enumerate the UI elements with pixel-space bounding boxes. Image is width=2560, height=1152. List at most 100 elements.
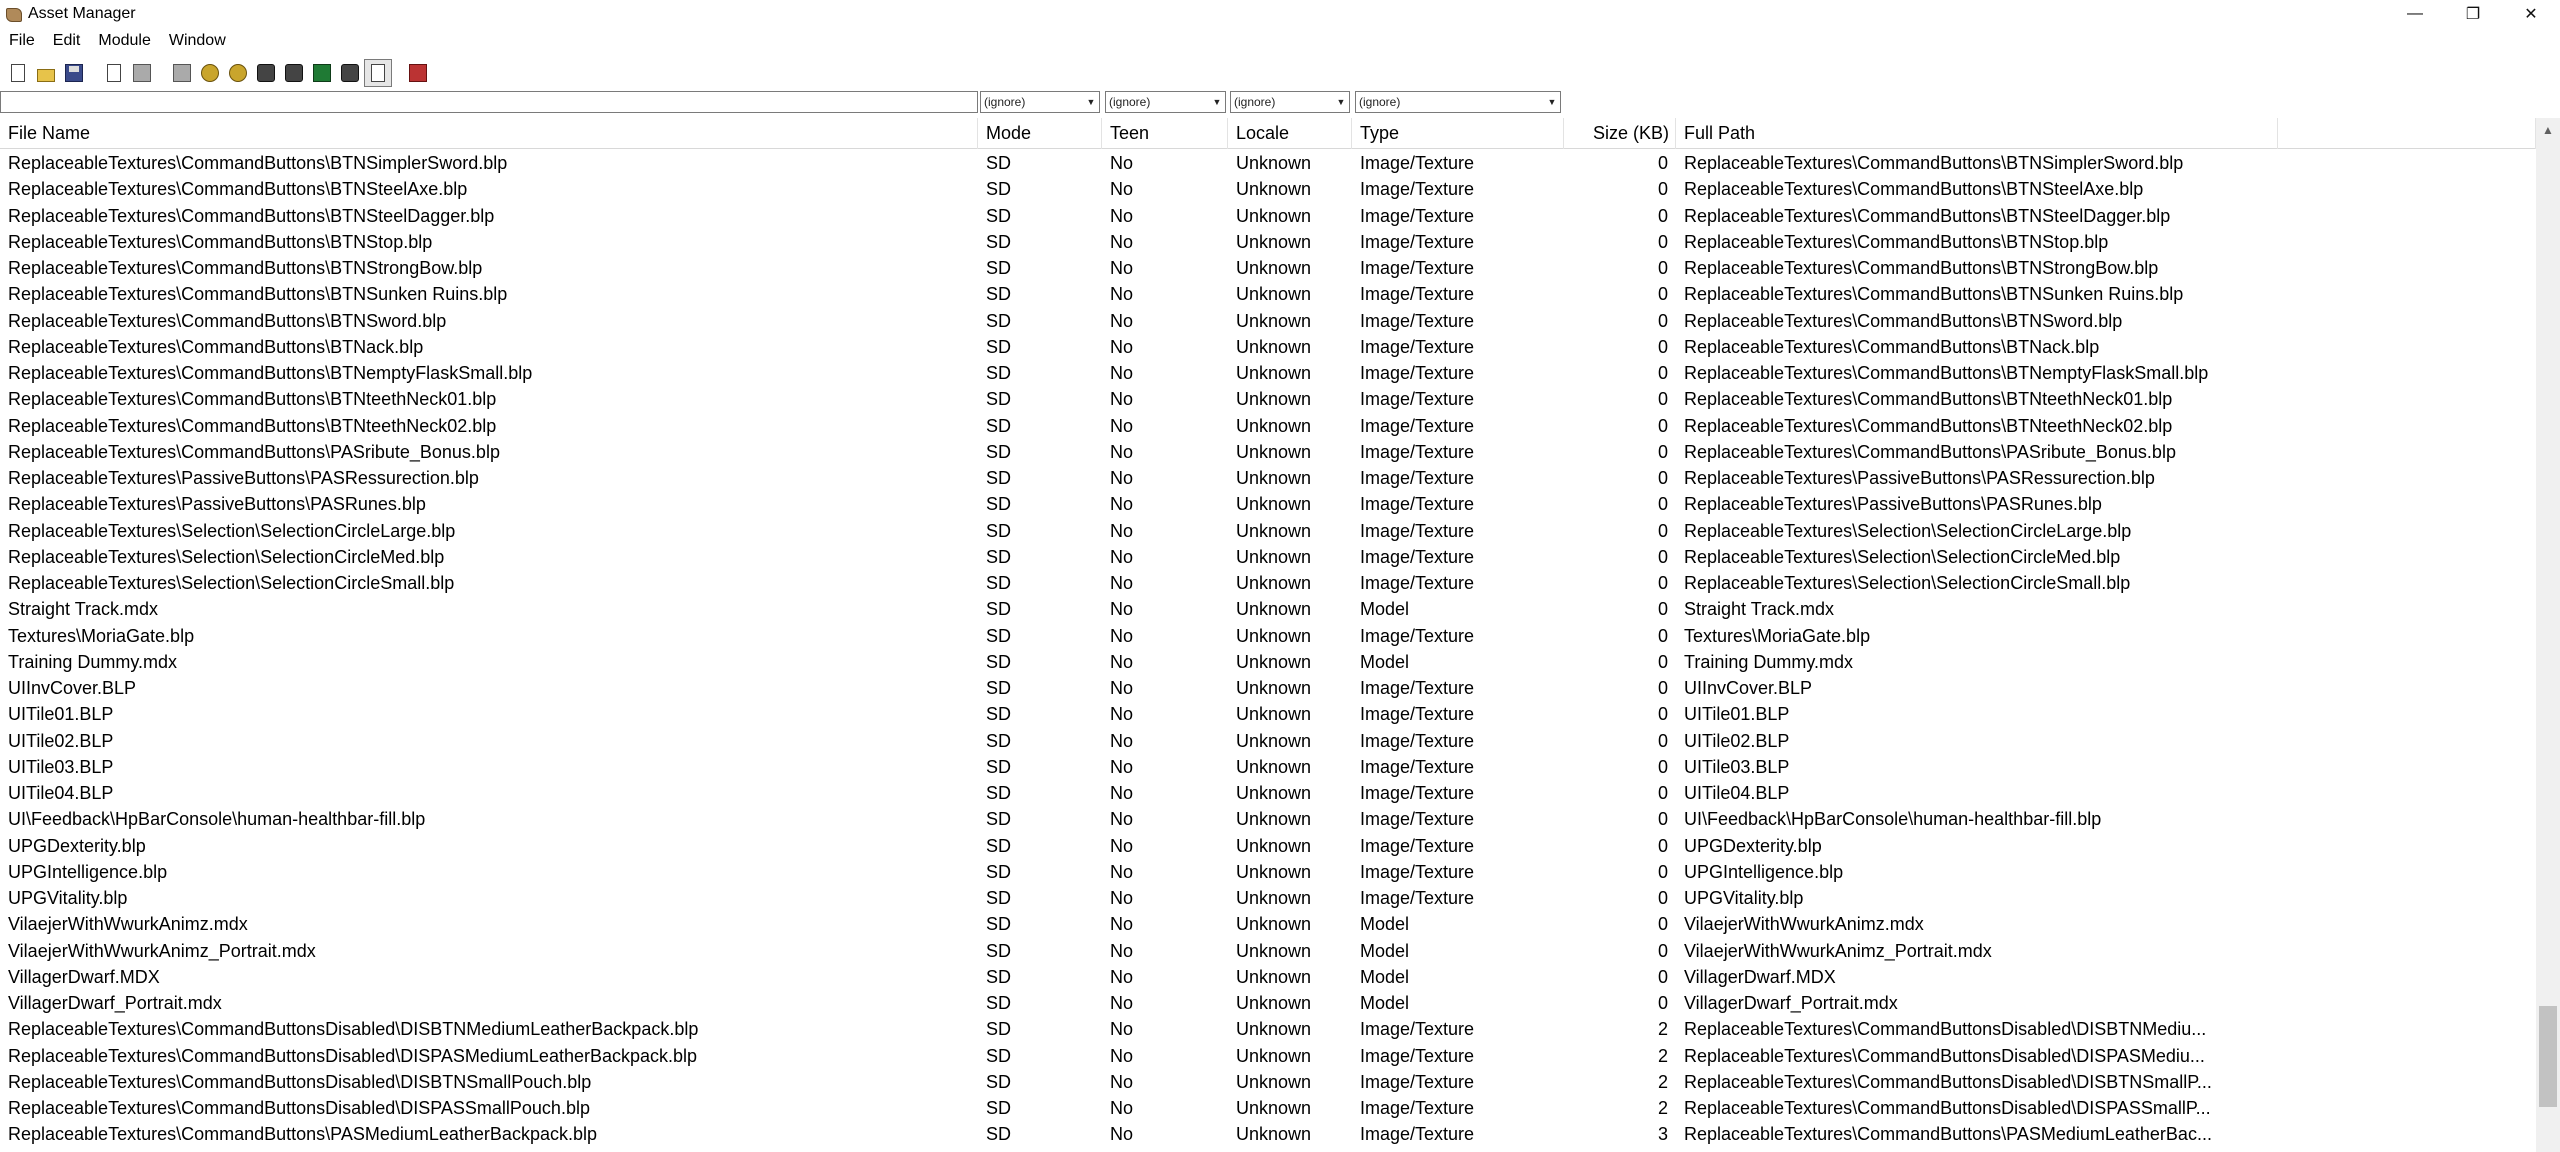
locale-filter-select[interactable]: (ignore) ▼ [1230, 91, 1350, 113]
table-row[interactable]: ReplaceableTextures\CommandButtons\BTNSu… [0, 281, 2536, 307]
cell-full-path: VilaejerWithWwurkAnimz_Portrait.mdx [1684, 940, 1992, 961]
table-row[interactable]: ReplaceableTextures\CommandButtons\BTNte… [0, 386, 2536, 412]
table-row[interactable]: ReplaceableTextures\CommandButtons\BTNem… [0, 360, 2536, 386]
vertical-scrollbar[interactable]: ▲ [2536, 118, 2560, 1152]
table-row[interactable]: VillagerDwarf_Portrait.mdx SD No Unknown Mod… [0, 990, 2536, 1016]
table-row[interactable]: UIInvCover.BLP SD No Unknown Image/Texture 0 U… [0, 675, 2536, 701]
close-button[interactable]: ✕ [2502, 0, 2560, 28]
cell-full-path: ReplaceableTextures\PassiveButtons\PASRe… [1684, 468, 2155, 488]
table-row[interactable]: Training Dummy.mdx SD No Unknown Model 0 Train… [0, 649, 2536, 675]
table-row[interactable]: UPGVitality.blp SD No Unknown Image/Texture 0… [0, 885, 2536, 911]
menu-edit[interactable]: Edit [44, 28, 90, 54]
texture-button[interactable] [196, 59, 224, 87]
asset-list-button[interactable] [364, 59, 392, 87]
cell-full-path: UITile01.BLP [1684, 704, 1790, 725]
table-row[interactable]: ReplaceableTextures\CommandButtons\BTNSt… [0, 203, 2536, 229]
model-button[interactable] [168, 59, 196, 87]
mode-filter-value: (ignore) [984, 95, 1026, 109]
cell-file-name: ReplaceableTextures\PassiveButtons\PASRu… [8, 494, 426, 515]
cell-teen: No [1110, 678, 1134, 698]
cell-teen: No [1110, 599, 1134, 620]
table-row[interactable]: ReplaceableTextures\CommandButtons\BTNSw… [0, 308, 2536, 334]
table-row[interactable]: ReplaceableTextures\Selection\SelectionC… [0, 570, 2536, 596]
table-row[interactable]: UPGDexterity.blp SD No Unknown Image/Texture… [0, 833, 2536, 859]
cell-locale: Unknown [1236, 573, 1312, 593]
table-row[interactable]: UITile04.BLP SD No Unknown Image/Texture 0 UIT… [0, 780, 2536, 806]
scrollbar-thumb[interactable] [2539, 1005, 2557, 1107]
table-row[interactable]: ReplaceableTextures\CommandButtonsDisabl… [0, 1016, 2536, 1042]
asset-list[interactable]: File Name Mode Teen Locale Type Size (KB… [0, 118, 2560, 1152]
table-row[interactable]: ReplaceableTextures\PassiveButtons\PASRe… [0, 465, 2536, 491]
cell-type: Image/Texture [1360, 441, 1475, 462]
menu-window[interactable]: Window [160, 28, 235, 54]
column-header-mode[interactable]: Mode [978, 118, 1102, 149]
keyboard-button[interactable] [280, 59, 308, 87]
cell-size: 0 [1657, 625, 1668, 646]
table-row[interactable]: ReplaceableTextures\CommandButtonsDisabl… [0, 1069, 2536, 1095]
terrain-button[interactable] [336, 59, 364, 87]
cell-teen: No [1110, 231, 1134, 252]
save-button[interactable] [60, 59, 88, 87]
filename-filter-input[interactable] [0, 91, 978, 113]
cell-teen: No [1110, 441, 1134, 462]
import-button[interactable] [404, 59, 432, 87]
new-button[interactable] [4, 59, 32, 87]
table-row[interactable]: VilaejerWithWwurkAnimz.mdx SD No Unknown Mod… [0, 911, 2536, 937]
table-row[interactable]: UITile03.BLP SD No Unknown Image/Texture 0 UIT… [0, 754, 2536, 780]
table-row[interactable]: VillagerDwarf.MDX SD No Unknown Model 0 Villag… [0, 964, 2536, 990]
menu-module[interactable]: Module [89, 28, 159, 54]
cell-teen: No [1110, 336, 1134, 357]
table-row[interactable]: ReplaceableTextures\CommandButtons\PASMe… [0, 1121, 2536, 1147]
copy-button[interactable] [128, 59, 156, 87]
table-row[interactable]: UITile01.BLP SD No Unknown Image/Texture 0 UIT… [0, 701, 2536, 727]
cell-file-name: Straight Track.mdx [8, 599, 159, 620]
column-header-size[interactable]: Size (KB) [1564, 118, 1676, 149]
table-row[interactable]: ReplaceableTextures\Selection\SelectionC… [0, 544, 2536, 570]
table-row[interactable]: UITile02.BLP SD No Unknown Image/Texture 0 UIT… [0, 728, 2536, 754]
menu-file[interactable]: File [0, 28, 44, 54]
table-row[interactable]: ReplaceableTextures\CommandButtons\BTNSt… [0, 255, 2536, 281]
type-filter-value: (ignore) [1359, 95, 1401, 109]
cell-size: 0 [1657, 179, 1668, 200]
table-row[interactable]: ReplaceableTextures\CommandButtonsDisabl… [0, 1043, 2536, 1069]
maximize-button[interactable]: ❐ [2444, 0, 2502, 28]
export-button[interactable] [100, 59, 128, 87]
column-header-locale[interactable]: Locale [1228, 118, 1352, 149]
cell-mode: SD [986, 258, 1012, 278]
type-filter-select[interactable]: (ignore) ▼ [1355, 91, 1561, 113]
table-row[interactable]: ReplaceableTextures\PassiveButtons\PASRu… [0, 491, 2536, 517]
table-row[interactable]: ReplaceableTextures\Selection\SelectionC… [0, 518, 2536, 544]
table-row[interactable]: ReplaceableTextures\CommandButtonsDisabl… [0, 1095, 2536, 1121]
cell-teen: No [1110, 389, 1134, 410]
cell-type: Image/Texture [1360, 783, 1475, 803]
column-header-type[interactable]: Type [1352, 118, 1564, 149]
table-row[interactable]: ReplaceableTextures\CommandButtons\BTNSi… [0, 150, 2536, 176]
column-header-teen[interactable]: Teen [1102, 118, 1228, 149]
table-row[interactable]: UPGIntelligence.blp SD No Unknown Image/Text… [0, 859, 2536, 885]
cell-teen: No [1110, 546, 1134, 567]
cell-type: Image/Texture [1360, 835, 1475, 856]
column-header-full-path[interactable]: Full Path [1676, 118, 2278, 149]
scroll-up-icon[interactable]: ▲ [2536, 118, 2560, 142]
table-row[interactable]: VilaejerWithWwurkAnimz_Portrait.mdx SD No U… [0, 938, 2536, 964]
open-button[interactable] [32, 59, 60, 87]
table-row[interactable]: ReplaceableTextures\CommandButtons\PASri… [0, 439, 2536, 465]
table-row[interactable]: Textures\MoriaGate.blp SD No Unknown Image/T… [0, 623, 2536, 649]
column-header-file-name[interactable]: File Name [0, 118, 978, 149]
table-row[interactable]: ReplaceableTextures\CommandButtons\BTNac… [0, 334, 2536, 360]
table-row[interactable]: ReplaceableTextures\CommandButtons\BTNte… [0, 413, 2536, 439]
table-row[interactable]: ReplaceableTextures\CommandButtons\BTNSt… [0, 229, 2536, 255]
script-button[interactable] [252, 59, 280, 87]
table-row[interactable]: ReplaceableTextures\CommandButtons\BTNSt… [0, 176, 2536, 202]
minimize-button[interactable]: — [2386, 0, 2444, 28]
cell-type: Image/Texture [1360, 756, 1475, 777]
cell-size: 0 [1657, 546, 1668, 567]
cell-locale: Unknown [1236, 756, 1312, 777]
cell-type: Image/Texture [1360, 415, 1475, 436]
sound-button[interactable] [224, 59, 252, 87]
minimap-button[interactable] [308, 59, 336, 87]
table-row[interactable]: UI\Feedback\HpBarConsole\human-healthbar… [0, 806, 2536, 832]
teen-filter-select[interactable]: (ignore) ▼ [1105, 91, 1226, 113]
table-row[interactable]: Straight Track.mdx SD No Unknown Model 0 Strai… [0, 596, 2536, 622]
mode-filter-select[interactable]: (ignore) ▼ [980, 91, 1100, 113]
